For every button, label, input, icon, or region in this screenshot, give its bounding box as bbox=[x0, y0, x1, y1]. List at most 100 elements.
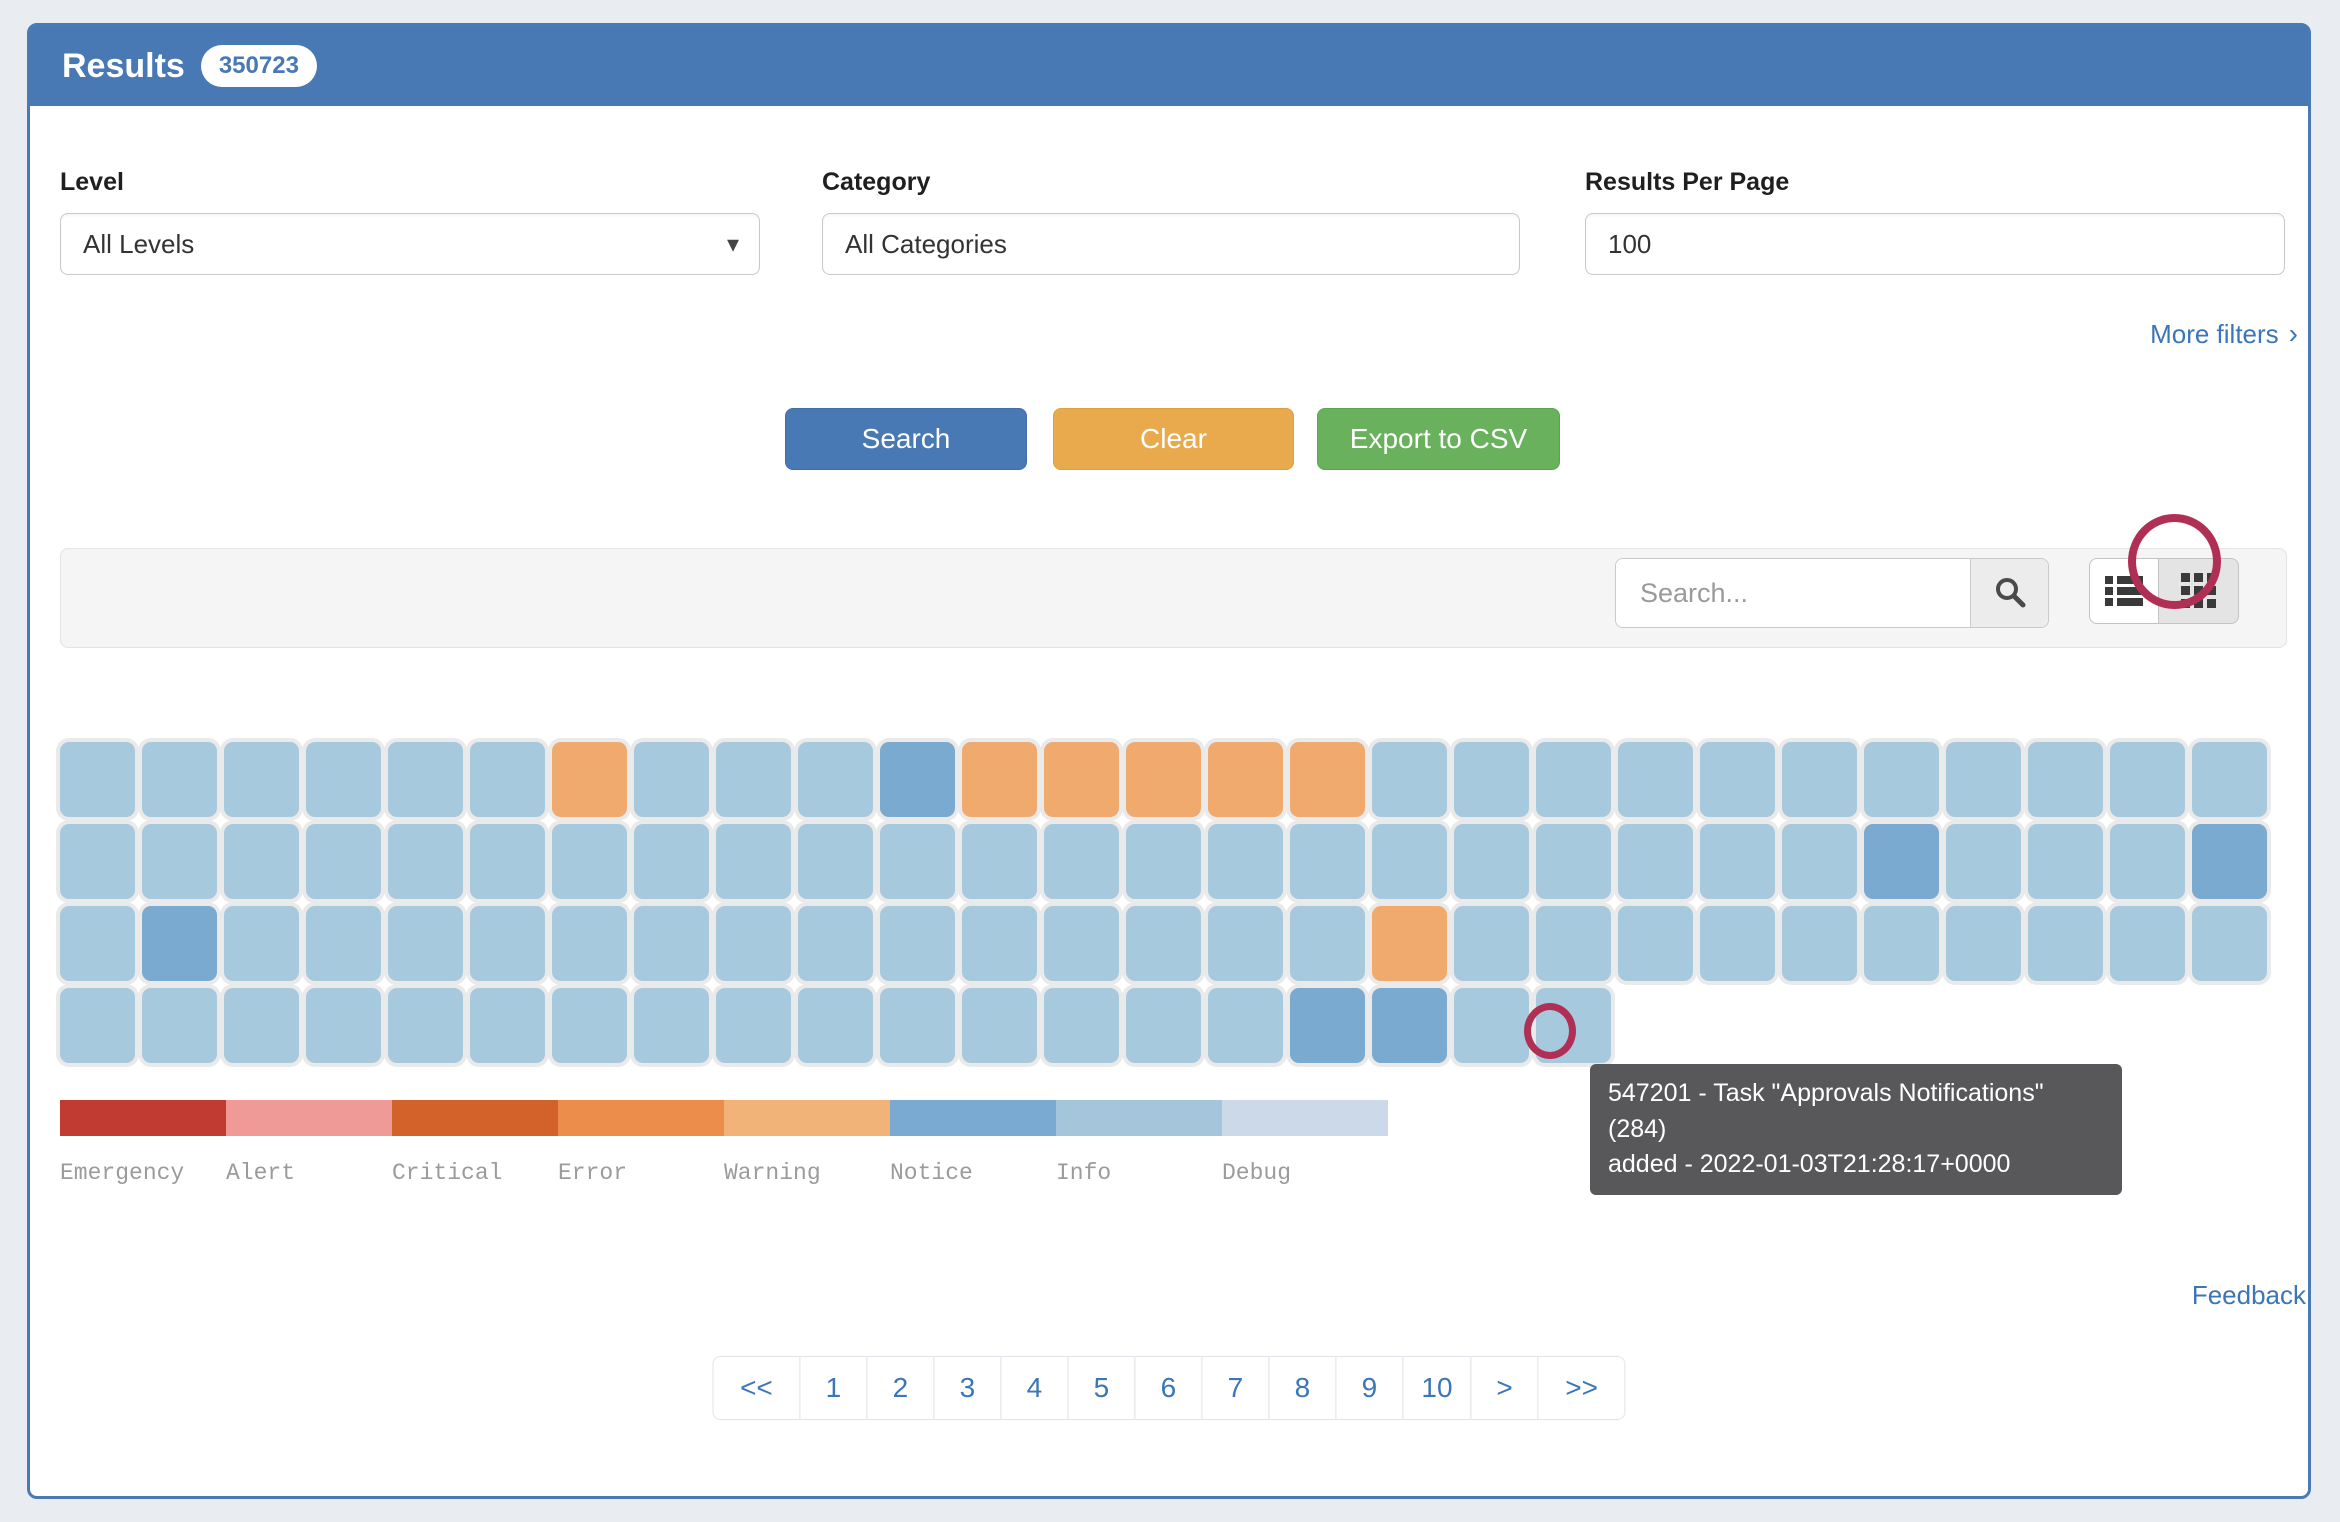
page-button-next[interactable]: > bbox=[1471, 1356, 1539, 1420]
log-tile-info[interactable] bbox=[962, 988, 1037, 1063]
log-tile-info[interactable] bbox=[306, 988, 381, 1063]
export-to-csv-button[interactable]: Export to CSV bbox=[1317, 408, 1560, 470]
log-tile-info[interactable] bbox=[142, 824, 217, 899]
log-tile-info[interactable] bbox=[60, 988, 135, 1063]
log-tile-info[interactable] bbox=[224, 742, 299, 817]
log-tile-info[interactable] bbox=[552, 824, 627, 899]
log-tile-info[interactable] bbox=[224, 906, 299, 981]
log-tile-info[interactable] bbox=[716, 824, 791, 899]
log-tile-info[interactable] bbox=[2028, 824, 2103, 899]
log-tile-info[interactable] bbox=[224, 824, 299, 899]
log-tile-info[interactable] bbox=[2110, 906, 2185, 981]
log-tile-notice[interactable] bbox=[142, 906, 217, 981]
clear-button[interactable]: Clear bbox=[1053, 408, 1294, 470]
page-button-last[interactable]: >> bbox=[1538, 1356, 1626, 1420]
log-tile-info[interactable] bbox=[798, 906, 873, 981]
log-tile-info[interactable] bbox=[798, 742, 873, 817]
log-tile-warning[interactable] bbox=[1290, 742, 1365, 817]
log-tile-info[interactable] bbox=[798, 988, 873, 1063]
page-button-4[interactable]: 4 bbox=[1000, 1356, 1068, 1420]
log-tile-info[interactable] bbox=[388, 906, 463, 981]
log-tile-info[interactable] bbox=[2110, 824, 2185, 899]
log-tile-info[interactable] bbox=[962, 824, 1037, 899]
log-tile-info[interactable] bbox=[60, 742, 135, 817]
log-tile-notice[interactable] bbox=[880, 742, 955, 817]
log-tile-info[interactable] bbox=[880, 824, 955, 899]
log-tile-info[interactable] bbox=[60, 906, 135, 981]
log-tile-info[interactable] bbox=[1782, 824, 1857, 899]
page-button-1[interactable]: 1 bbox=[799, 1356, 867, 1420]
log-tile-info[interactable] bbox=[1208, 824, 1283, 899]
log-tile-info[interactable] bbox=[634, 906, 709, 981]
log-tile-info[interactable] bbox=[716, 742, 791, 817]
log-tile-notice[interactable] bbox=[2192, 824, 2267, 899]
log-tile-info[interactable] bbox=[1536, 742, 1611, 817]
log-tile-info[interactable] bbox=[1946, 906, 2021, 981]
log-tile-info[interactable] bbox=[962, 906, 1037, 981]
log-tile-info[interactable] bbox=[880, 906, 955, 981]
log-tile-info[interactable] bbox=[880, 988, 955, 1063]
log-tile-info[interactable] bbox=[388, 742, 463, 817]
log-tile-info[interactable] bbox=[1782, 742, 1857, 817]
log-tile-info[interactable] bbox=[634, 742, 709, 817]
category-select[interactable]: All Categories bbox=[822, 213, 1520, 275]
log-tile-info[interactable] bbox=[1618, 906, 1693, 981]
log-tile-info[interactable] bbox=[1536, 906, 1611, 981]
feedback-link[interactable]: Feedback bbox=[2192, 1280, 2306, 1311]
log-tile-info[interactable] bbox=[306, 824, 381, 899]
level-select[interactable]: All Levels ▾ bbox=[60, 213, 760, 275]
page-button-9[interactable]: 9 bbox=[1335, 1356, 1403, 1420]
page-button-7[interactable]: 7 bbox=[1201, 1356, 1269, 1420]
log-tile-info[interactable] bbox=[552, 906, 627, 981]
page-button-5[interactable]: 5 bbox=[1067, 1356, 1135, 1420]
log-tile-info[interactable] bbox=[470, 988, 545, 1063]
log-tile-info[interactable] bbox=[388, 988, 463, 1063]
search-button[interactable]: Search bbox=[785, 408, 1027, 470]
log-tile-info[interactable] bbox=[1536, 824, 1611, 899]
log-tile-info[interactable] bbox=[1290, 824, 1365, 899]
log-tile-info[interactable] bbox=[142, 988, 217, 1063]
log-tile-info[interactable] bbox=[1290, 906, 1365, 981]
log-tile-info[interactable] bbox=[1208, 906, 1283, 981]
log-tile-info[interactable] bbox=[798, 824, 873, 899]
log-tile-info[interactable] bbox=[224, 988, 299, 1063]
log-tile-info[interactable] bbox=[1946, 824, 2021, 899]
page-button-10[interactable]: 10 bbox=[1402, 1356, 1471, 1420]
log-tile-warning[interactable] bbox=[962, 742, 1037, 817]
log-tile-info[interactable] bbox=[1864, 742, 1939, 817]
log-tile-notice[interactable] bbox=[1290, 988, 1365, 1063]
log-tile-info[interactable] bbox=[1864, 906, 1939, 981]
log-tile-info[interactable] bbox=[2192, 742, 2267, 817]
log-tile-info[interactable] bbox=[634, 824, 709, 899]
log-tile-warning[interactable] bbox=[1044, 742, 1119, 817]
log-tile-info[interactable] bbox=[1618, 824, 1693, 899]
log-tile-info[interactable] bbox=[1372, 742, 1447, 817]
search-submit-button[interactable] bbox=[1970, 559, 2048, 627]
log-tile-info[interactable] bbox=[1454, 906, 1529, 981]
log-tile-info[interactable] bbox=[1454, 988, 1529, 1063]
log-tile-info[interactable] bbox=[1454, 824, 1529, 899]
log-tile-info[interactable] bbox=[306, 906, 381, 981]
log-tile-info[interactable] bbox=[2192, 906, 2267, 981]
log-tile-info[interactable] bbox=[2028, 906, 2103, 981]
log-tile-info[interactable] bbox=[1126, 906, 1201, 981]
page-button-first[interactable]: << bbox=[712, 1356, 800, 1420]
page-button-8[interactable]: 8 bbox=[1268, 1356, 1336, 1420]
log-tile-info[interactable] bbox=[470, 742, 545, 817]
log-tile-info[interactable] bbox=[1044, 906, 1119, 981]
log-tile-info[interactable] bbox=[634, 988, 709, 1063]
log-tile-info[interactable] bbox=[552, 988, 627, 1063]
log-tile-notice[interactable] bbox=[1372, 988, 1447, 1063]
log-tile-info[interactable] bbox=[1618, 742, 1693, 817]
search-input[interactable] bbox=[1616, 559, 1970, 627]
log-tile-info[interactable] bbox=[306, 742, 381, 817]
log-tile-warning[interactable] bbox=[552, 742, 627, 817]
log-tile-info[interactable] bbox=[142, 742, 217, 817]
log-tile-info[interactable] bbox=[60, 824, 135, 899]
log-tile-info[interactable] bbox=[1700, 906, 1775, 981]
log-tile-warning[interactable] bbox=[1208, 742, 1283, 817]
log-tile-info[interactable] bbox=[1372, 824, 1447, 899]
log-tile-info[interactable] bbox=[716, 906, 791, 981]
log-tile-info[interactable] bbox=[388, 824, 463, 899]
log-tile-info[interactable] bbox=[1044, 988, 1119, 1063]
